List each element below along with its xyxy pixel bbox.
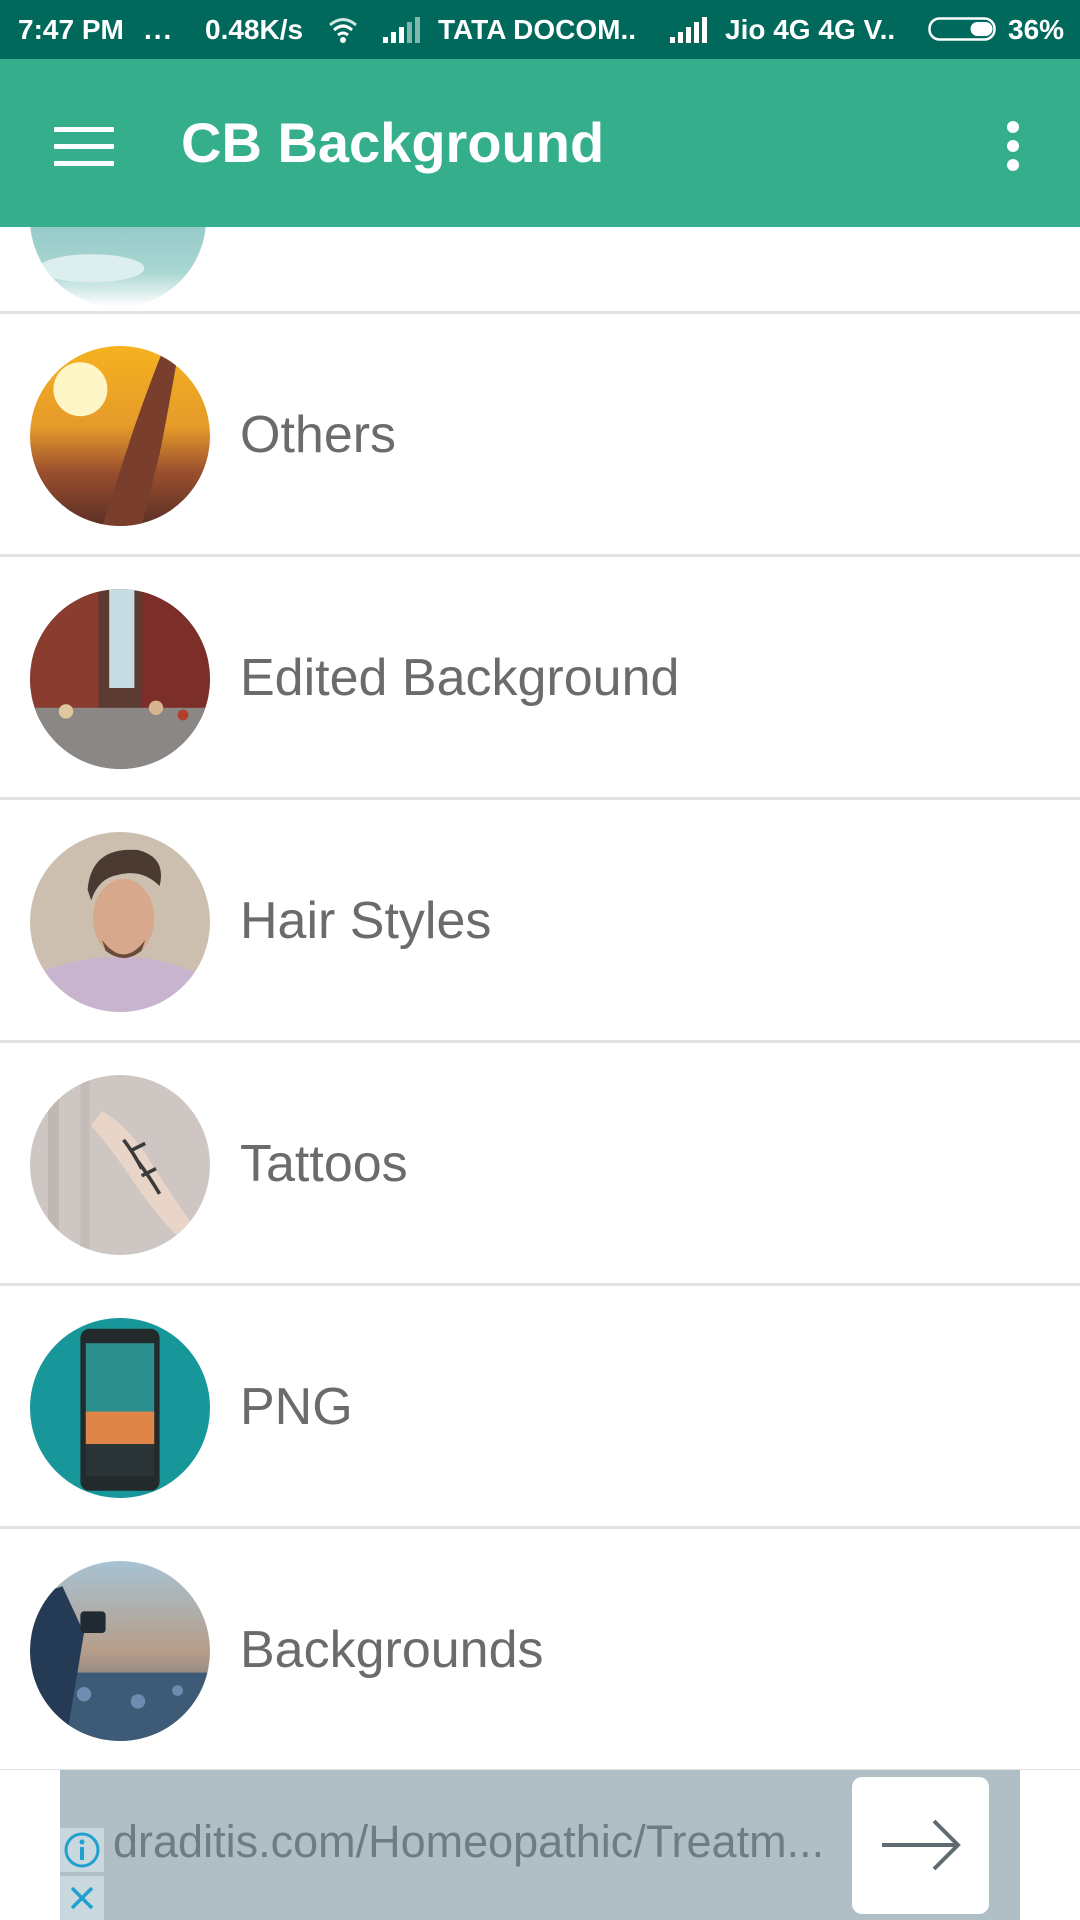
ad-url-text[interactable]: draditis.com/Homeopathic/Treatm... <box>113 1770 903 1914</box>
category-label: Hair Styles <box>240 892 492 950</box>
list-item-partial[interactable] <box>0 227 1080 314</box>
signal-icon <box>670 17 707 43</box>
status-carrier-1: TATA DOCOM.. <box>438 14 637 45</box>
status-battery-percent: 36% <box>1008 14 1065 45</box>
category-item-edited-background[interactable]: Edited Background <box>0 557 1080 800</box>
category-label: PNG <box>240 1378 353 1436</box>
category-label: Tattoos <box>240 1135 408 1193</box>
category-thumbnail <box>30 346 210 526</box>
close-icon[interactable] <box>60 1876 104 1920</box>
category-item-others[interactable]: Others <box>0 314 1080 557</box>
status-carrier-2: Jio 4G 4G V.. <box>725 14 896 45</box>
status-bar: 7:47 PM ... 0.48K/s TATA DOCOM.. Jio 4G … <box>0 0 1080 59</box>
ad-banner[interactable]: draditis.com/Homeopathic/Treatm... <box>60 1770 1020 1920</box>
category-thumbnail <box>30 227 206 307</box>
info-icon[interactable] <box>60 1828 104 1872</box>
more-vert-icon[interactable] <box>988 111 1038 181</box>
category-thumbnail <box>30 589 210 769</box>
category-label: Edited Background <box>240 649 680 707</box>
status-network-speed: 0.48K/s <box>205 14 304 45</box>
battery-icon <box>928 17 996 41</box>
arrow-right-icon[interactable] <box>852 1777 989 1914</box>
signal-icon <box>383 17 420 43</box>
app-screen: 7:47 PM ... 0.48K/s TATA DOCOM.. Jio 4G … <box>0 0 1080 1920</box>
category-item-backgrounds[interactable]: Backgrounds <box>0 1529 1080 1770</box>
category-item-hair-styles[interactable]: Hair Styles <box>0 800 1080 1043</box>
category-thumbnail <box>30 1075 210 1255</box>
category-thumbnail <box>30 1561 210 1741</box>
category-item-tattoos[interactable]: Tattoos <box>0 1043 1080 1286</box>
category-list: Others Edited Background Hair Styles Tat… <box>0 227 1080 1770</box>
category-label: Others <box>240 406 397 464</box>
status-time: 7:47 PM <box>18 14 124 45</box>
app-title: CB Background <box>181 111 605 174</box>
category-item-png[interactable]: PNG <box>0 1286 1080 1529</box>
app-bar: CB Background <box>0 59 1080 227</box>
hamburger-menu-icon[interactable] <box>38 105 130 181</box>
status-more-notifications: ... <box>144 14 174 45</box>
category-thumbnail <box>30 1318 210 1498</box>
wifi-icon <box>329 18 357 43</box>
category-label: Backgrounds <box>240 1621 544 1679</box>
category-thumbnail <box>30 832 210 1012</box>
